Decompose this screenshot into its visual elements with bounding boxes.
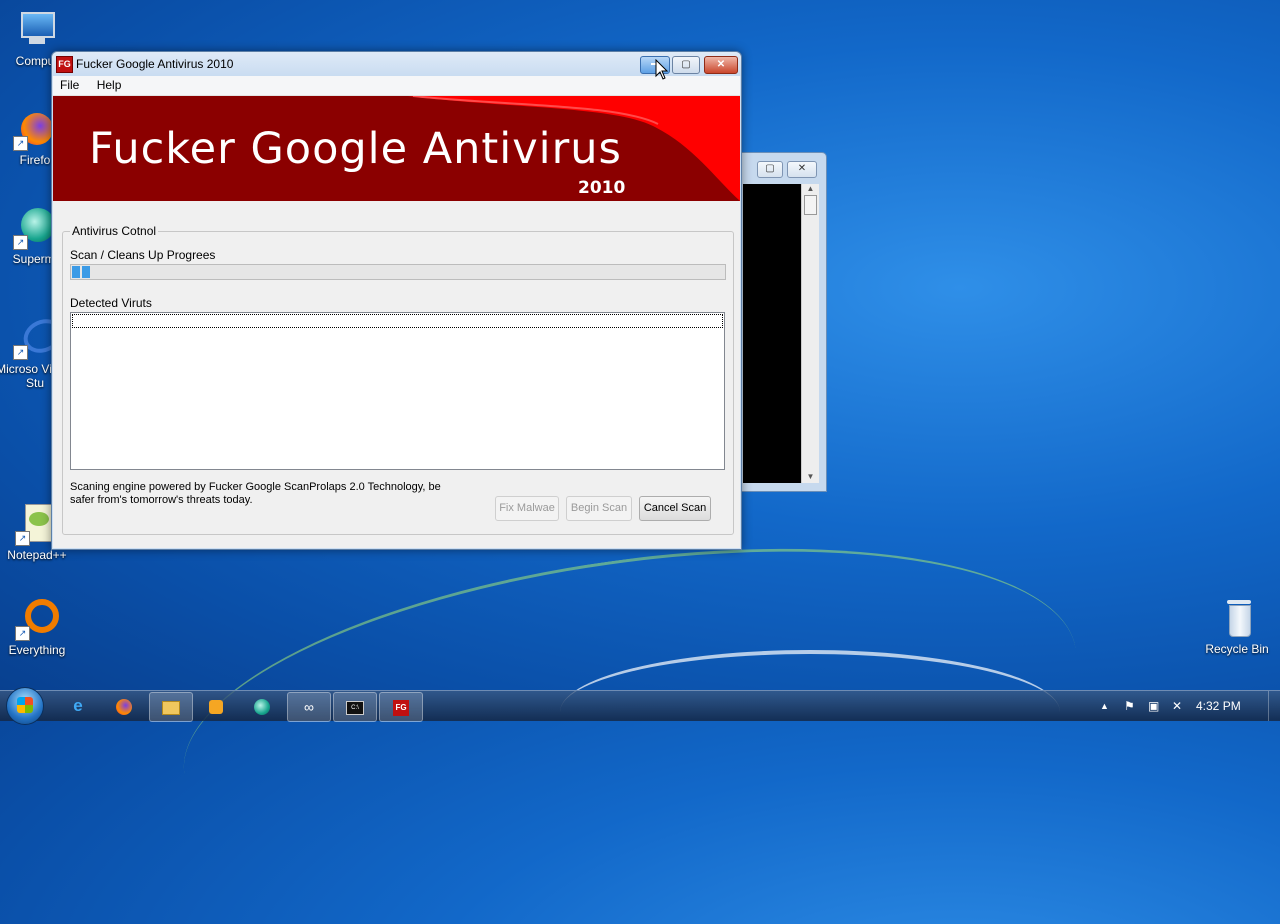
scrollbar[interactable]: ▲ ▼	[801, 184, 819, 483]
taskbar-supermium[interactable]	[241, 692, 283, 720]
maximize-button[interactable]: ▢	[672, 56, 700, 74]
maximize-button[interactable]: ▢	[757, 161, 783, 178]
taskbar-antivirus[interactable]: FG	[379, 692, 423, 722]
taskbar-explorer[interactable]	[149, 692, 193, 722]
ie-icon: e	[73, 696, 83, 715]
menu-help[interactable]: Help	[90, 76, 129, 94]
console-output	[743, 184, 801, 483]
computer-icon	[13, 8, 57, 52]
begin-scan-button[interactable]: Begin Scan	[566, 496, 632, 521]
scroll-down-icon[interactable]: ▼	[802, 472, 819, 481]
fix-malware-button[interactable]: Fix Malwae	[495, 496, 559, 521]
media-player-icon	[209, 699, 223, 714]
shortcut-arrow-icon: ↗	[15, 531, 30, 546]
scroll-thumb[interactable]	[804, 195, 817, 215]
menu-file[interactable]: File	[53, 76, 86, 94]
supermium-icon	[254, 698, 270, 715]
scroll-up-icon[interactable]: ▲	[802, 184, 819, 193]
window-title: Fucker Google Antivirus 2010	[76, 57, 234, 71]
tray-overflow-icon[interactable]: ▲	[1100, 691, 1109, 721]
recycle-bin-icon	[1215, 596, 1259, 640]
detected-label: Detected Viruts	[70, 296, 152, 310]
desktop-icon-recycle-bin[interactable]: Recycle Bin	[1197, 596, 1277, 656]
app-icon: FG	[56, 56, 73, 73]
window-client-area: File Help Fucker Google Antivirus 2010 A…	[53, 76, 740, 548]
taskbar: e ∞ C:\ FG ▲ ⚑ ▣ ✕ 4:32 PM	[0, 687, 1280, 725]
antivirus-icon: FG	[393, 699, 409, 716]
shortcut-arrow-icon: ↗	[13, 235, 28, 250]
title-bar[interactable]: FG Fucker Google Antivirus 2010 ▢ ✕	[52, 52, 741, 76]
action-center-icon[interactable]: ⚑	[1124, 691, 1135, 721]
product-banner: Fucker Google Antivirus 2010	[53, 96, 740, 201]
clock[interactable]: 4:32 PM	[1196, 699, 1241, 713]
progress-fill	[72, 266, 92, 278]
banner-title: Fucker Google Antivirus	[89, 124, 622, 174]
start-button[interactable]	[6, 687, 44, 725]
taskbar-media-player[interactable]	[195, 692, 237, 720]
progress-label: Scan / Cleans Up Progrees	[70, 248, 216, 262]
menu-bar: File Help	[53, 76, 740, 96]
antivirus-window[interactable]: FG Fucker Google Antivirus 2010 ▢ ✕ File…	[51, 51, 742, 550]
shortcut-arrow-icon: ↗	[13, 345, 28, 360]
close-button[interactable]: ✕	[704, 56, 738, 74]
taskbar-firefox[interactable]	[103, 692, 145, 720]
shortcut-arrow-icon: ↗	[13, 136, 28, 151]
desktop-icon-everything[interactable]: ↗ Everything	[0, 597, 77, 657]
taskbar-ie[interactable]: e	[57, 692, 99, 720]
maximize-icon: ▢	[681, 59, 691, 70]
background-console-window[interactable]: ▢ ✕ ▲ ▼	[736, 152, 827, 492]
list-focus-row	[72, 314, 723, 328]
engine-footnote: Scaning engine powered by Fucker Google …	[70, 481, 441, 506]
volume-muted-icon[interactable]: ✕	[1172, 691, 1182, 721]
network-icon[interactable]: ▣	[1148, 691, 1159, 721]
close-icon: ✕	[716, 59, 726, 70]
explorer-icon	[162, 700, 180, 715]
close-button[interactable]: ✕	[787, 161, 817, 178]
firefox-icon	[116, 698, 132, 715]
cancel-scan-button[interactable]: Cancel Scan	[639, 496, 711, 521]
taskbar-link-app[interactable]: ∞	[287, 692, 331, 722]
everything-icon: ↗	[15, 597, 59, 641]
link-icon: ∞	[304, 699, 314, 715]
console-icon: C:\	[346, 700, 364, 715]
banner-year: 2010	[578, 178, 626, 198]
windows-logo-icon	[17, 697, 33, 713]
shortcut-arrow-icon: ↗	[15, 626, 30, 641]
mouse-cursor-icon	[655, 59, 669, 80]
group-title: Antivirus Cotnol	[70, 224, 159, 238]
detected-virus-list[interactable]	[70, 312, 725, 470]
show-desktop-button[interactable]	[1268, 691, 1280, 721]
taskbar-console[interactable]: C:\	[333, 692, 377, 722]
scan-progress-bar	[70, 264, 726, 280]
